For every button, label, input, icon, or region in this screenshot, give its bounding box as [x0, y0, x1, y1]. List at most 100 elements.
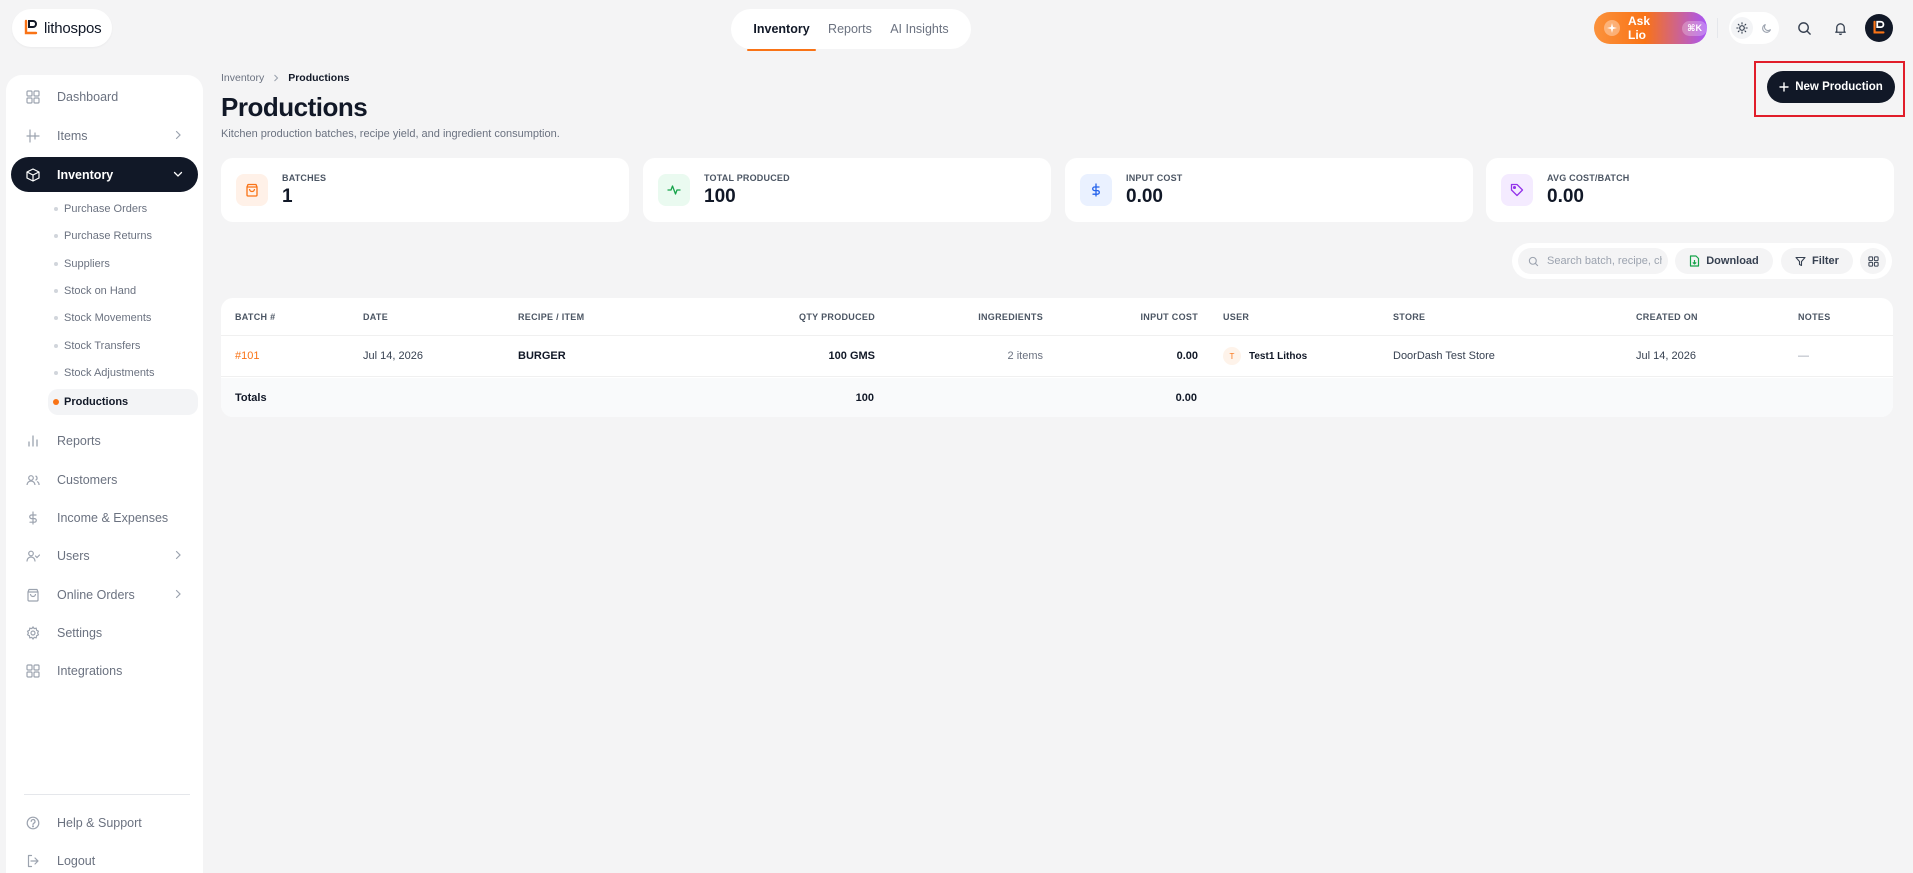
col-batch[interactable]: BATCH # — [235, 298, 275, 335]
sidebar-item-income-expenses[interactable]: Income & Expenses — [11, 500, 198, 535]
user-avatar: T — [1223, 347, 1241, 365]
sidebar: Dashboard Items Inventory Purchase Order… — [6, 75, 203, 873]
cell-notes: — — [1798, 350, 1809, 362]
sidebar-item-label: Online Orders — [57, 587, 135, 602]
ask-lio-button[interactable]: Ask Lio ⌘K — [1594, 12, 1707, 44]
sidebar-item-reports[interactable]: Reports — [11, 423, 198, 458]
plus-icon — [1779, 82, 1789, 92]
sidebar-item-settings[interactable]: Settings — [11, 615, 198, 650]
topnav-ai-insights[interactable]: AI Insights — [884, 9, 954, 49]
sidebar-subitem-stock-on-hand[interactable]: Stock on Hand — [48, 278, 198, 304]
logo-icon — [24, 19, 38, 35]
totals-label: Totals — [235, 391, 267, 404]
topnav-reports[interactable]: Reports — [822, 9, 878, 49]
sidebar-item-logout[interactable]: Logout — [11, 843, 198, 873]
totals-input-cost: 0.00 — [1175, 391, 1197, 404]
items-icon — [25, 128, 41, 144]
grid-icon — [25, 89, 41, 105]
sidebar-item-dashboard[interactable]: Dashboard — [11, 79, 198, 114]
breadcrumb-parent[interactable]: Inventory — [221, 72, 264, 84]
sidebar-item-online-orders[interactable]: Online Orders — [11, 577, 198, 612]
filter-icon — [1795, 256, 1806, 266]
cell-qty: 100 GMS — [828, 350, 875, 362]
sidebar-item-integrations[interactable]: Integrations — [11, 653, 198, 688]
bullet — [54, 289, 58, 293]
batch-link[interactable]: #101 — [235, 336, 259, 376]
sun-icon[interactable] — [1730, 17, 1753, 39]
bar-chart-icon — [25, 433, 41, 449]
bullet — [54, 371, 58, 375]
sidebar-subitem-stock-movements[interactable]: Stock Movements — [48, 305, 198, 331]
grid-view-button[interactable] — [1860, 248, 1886, 274]
col-input-cost[interactable]: INPUT COST — [1061, 298, 1198, 335]
stat-value: 1 — [282, 185, 293, 207]
chevron-right-icon — [175, 589, 181, 599]
sidebar-item-help-support[interactable]: Help & Support — [11, 805, 198, 840]
col-date[interactable]: DATE — [363, 298, 388, 335]
filter-button[interactable]: Filter — [1781, 248, 1853, 274]
sidebar-item-users[interactable]: Users — [11, 538, 198, 573]
cell-recipe: BURGER — [518, 350, 566, 362]
new-production-button[interactable]: New Production — [1767, 71, 1895, 103]
search-icon[interactable] — [1792, 16, 1816, 40]
subitem-label: Stock Adjustments — [64, 367, 155, 379]
sidebar-item-inventory[interactable]: Inventory — [11, 157, 198, 192]
gear-icon — [25, 625, 41, 641]
sidebar-subitem-productions[interactable]: Productions — [48, 389, 198, 415]
col-ingredients[interactable]: INGREDIENTS — [901, 298, 1043, 335]
header-divider — [1717, 18, 1718, 38]
grid-view-icon — [1867, 255, 1879, 267]
app-logo[interactable]: lithospos — [12, 9, 112, 47]
sidebar-subitem-stock-adjustments[interactable]: Stock Adjustments — [48, 360, 198, 386]
user-name: Test1 Lithos — [1249, 350, 1308, 362]
sidebar-item-label: Settings — [57, 625, 103, 640]
bullet — [54, 344, 58, 348]
sidebar-item-label: Income & Expenses — [57, 510, 169, 525]
download-button[interactable]: Download — [1675, 248, 1773, 274]
table-row[interactable]: #101 Jul 14, 2026 BURGER 100 GMS 2 items… — [221, 336, 1893, 377]
avatar[interactable] — [1865, 14, 1893, 42]
sidebar-item-items[interactable]: Items — [11, 118, 198, 153]
col-recipe[interactable]: RECIPE / ITEM — [518, 298, 584, 335]
bullet — [54, 207, 58, 211]
bullet — [54, 262, 58, 266]
subitem-label: Suppliers — [64, 258, 110, 270]
logout-icon — [25, 853, 41, 869]
sidebar-item-customers[interactable]: Customers — [11, 462, 198, 497]
col-qty-produced[interactable]: QTY PRODUCED — [641, 298, 875, 335]
sidebar-subitem-stock-transfers[interactable]: Stock Transfers — [48, 333, 198, 359]
sidebar-item-label: Inventory — [57, 167, 114, 182]
sidebar-item-label: Users — [57, 548, 90, 563]
search-icon — [1528, 256, 1539, 266]
sidebar-subitem-purchase-orders[interactable]: Purchase Orders — [48, 196, 198, 222]
active-bullet — [53, 399, 59, 405]
subitem-label: Stock Movements — [64, 312, 152, 324]
stat-value: 0.00 — [1126, 185, 1163, 207]
stat-label: TOTAL PRODUCED — [704, 172, 790, 183]
download-label: Download — [1706, 255, 1759, 267]
bell-icon[interactable] — [1828, 16, 1852, 40]
subitem-label: Purchase Returns — [64, 230, 153, 242]
col-notes[interactable]: NOTES — [1798, 298, 1831, 335]
cell-input-cost: 0.00 — [1176, 350, 1198, 362]
bullet — [54, 316, 58, 320]
cell-store: DoorDash Test Store — [1393, 350, 1495, 362]
col-user[interactable]: USER — [1223, 298, 1249, 335]
totals-qty: 100 — [855, 391, 874, 404]
search-input[interactable] — [1547, 255, 1662, 267]
stat-label: AVG COST/BATCH — [1547, 172, 1630, 183]
sidebar-item-label: Integrations — [57, 663, 123, 678]
sidebar-divider — [24, 794, 190, 795]
col-store[interactable]: STORE — [1393, 298, 1425, 335]
dollar-icon — [1080, 174, 1112, 206]
chevron-right-icon — [175, 550, 181, 560]
moon-icon[interactable] — [1756, 17, 1778, 39]
topnav-inventory[interactable]: Inventory — [747, 9, 816, 51]
sparkle-icon — [1604, 20, 1620, 36]
tag-icon — [1501, 174, 1533, 206]
col-created-on[interactable]: CREATED ON — [1636, 298, 1698, 335]
sidebar-subitem-purchase-returns[interactable]: Purchase Returns — [48, 223, 198, 249]
chevron-down-icon — [173, 171, 183, 177]
dollar-icon — [25, 510, 41, 526]
sidebar-subitem-suppliers[interactable]: Suppliers — [48, 251, 198, 277]
